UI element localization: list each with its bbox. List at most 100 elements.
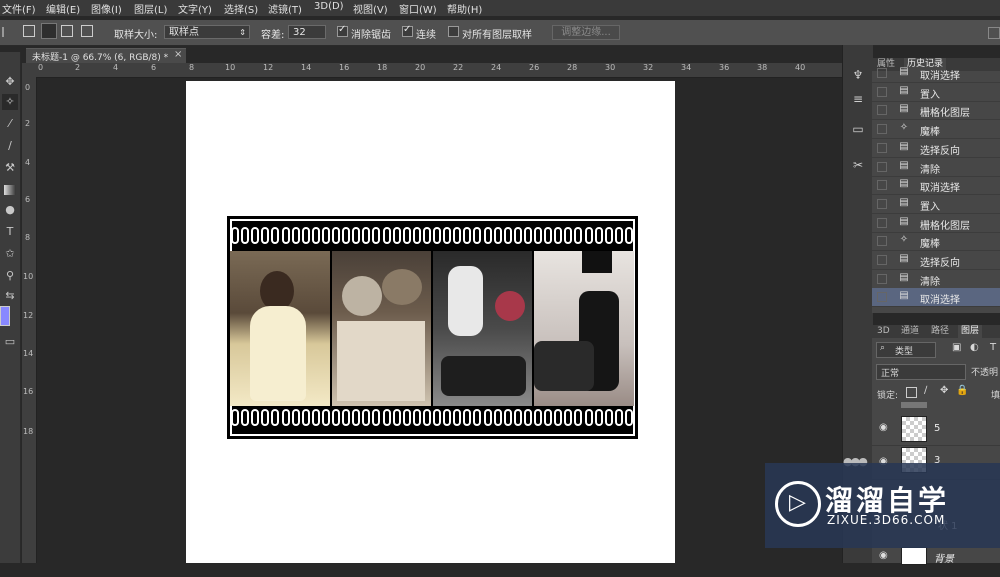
history-item[interactable]: ✧ 魔棒 [872,120,1000,140]
lock-all-icon[interactable]: 🔒 [956,385,968,396]
foreground-color-swatch[interactable] [0,306,10,326]
styles-icon[interactable]: ▭ [850,121,866,137]
film-hole [392,227,401,244]
lock-brush-icon[interactable]: ∕ [924,385,927,396]
history-checkbox[interactable] [877,180,887,191]
lock-move-icon[interactable]: ✥ [940,385,948,396]
menu-layer[interactable]: 图层(L) [134,1,167,16]
sample-size-select[interactable]: 取样点 ⇕ [164,25,250,39]
menu-file[interactable]: 文件(F) [2,1,36,16]
history-checkbox[interactable] [877,273,887,284]
dodge-tool-icon[interactable]: ● [2,202,18,218]
adjustments-icon[interactable]: ≡ [850,91,866,107]
close-tab-icon[interactable]: × [174,49,182,60]
history-item[interactable]: ▤ 栅格化图层 [872,101,1000,121]
subtract-selection-icon[interactable] [61,25,73,37]
history-item[interactable]: ▤ 取消选择 [872,64,1000,83]
menu-3d[interactable]: 3D(D) [314,1,344,12]
film-hole [261,409,270,426]
history-item[interactable]: ▤ 选择反向 [872,139,1000,158]
eye-icon[interactable]: ◉ [879,550,888,561]
menu-select[interactable]: 选择(S) [224,1,258,16]
swap-colors-icon[interactable]: ⇆ [2,288,18,304]
film-holes-top [227,226,638,246]
refine-edge-button[interactable]: 调整边缘... [552,25,620,40]
brush-tool-icon[interactable]: ∕ [2,138,18,154]
history-checkbox[interactable] [877,236,887,247]
all-layers-checkbox[interactable] [448,26,459,37]
history-item[interactable]: ▤ 清除 [872,270,1000,289]
grip-handle[interactable] [2,27,9,37]
history-item[interactable]: ▤ 置入 [872,83,1000,102]
doc-icon: ▤ [899,178,909,190]
adjustment-filter-icon[interactable]: ◐ [970,342,979,353]
history-item-label: 魔棒 [920,239,940,251]
lock-transparency-icon[interactable] [906,387,917,398]
history-item[interactable]: ▤ 取消选择 [872,176,1000,196]
history-checkbox[interactable] [877,217,887,228]
ruler-tick: 38 [757,63,768,72]
add-selection-icon[interactable] [41,23,57,39]
history-item[interactable]: ▤ 置入 [872,195,1000,214]
eye-icon[interactable]: ◉ [879,422,888,433]
history-checkbox[interactable] [877,142,887,153]
film-hole [493,409,502,426]
antialias-label: 消除锯齿 [351,30,391,41]
layer-filter-select[interactable]: ⌕ 类型 [876,342,936,358]
tab-paths[interactable]: 路径 [928,325,952,338]
screen-mode-icon[interactable]: ▭ [2,334,18,350]
history-checkbox[interactable] [877,255,887,265]
history-checkbox[interactable] [877,161,887,172]
menu-filter[interactable]: 滤镜(T) [268,1,302,16]
move-tool-icon[interactable]: ✥ [2,74,18,90]
new-selection-icon[interactable] [23,25,35,37]
antialias-checkbox[interactable] [337,24,348,37]
menu-help[interactable]: 帮助(H) [447,1,482,16]
shape-tool-icon[interactable]: ✩ [2,246,18,262]
menu-window[interactable]: 窗口(W) [399,1,437,16]
gradient-tool-icon[interactable] [4,185,16,195]
document-tab[interactable]: 未标题-1 @ 66.7% (6, RGB/8) * × [26,48,186,64]
layer-row[interactable]: ◉ 5 [872,411,1000,446]
doc-icon: ▤ [899,140,909,152]
menu-view[interactable]: 视图(V) [353,1,388,16]
history-checkbox[interactable] [877,68,887,78]
tab-3d[interactable]: 3D [874,325,893,338]
history-checkbox[interactable] [877,105,887,116]
workspace-icon[interactable] [988,27,1000,39]
history-item[interactable]: ▤ 栅格化图层 [872,214,1000,233]
history-checkbox[interactable] [877,292,887,303]
menu-edit[interactable]: 编辑(E) [46,1,80,16]
film-strip-image[interactable] [227,216,638,439]
tab-layers[interactable]: 图层 [958,325,983,338]
film-hole [473,227,482,244]
type-tool-icon[interactable]: T [2,224,18,240]
history-checkbox[interactable] [877,198,887,209]
tolerance-input[interactable]: 32 [288,25,326,39]
intersect-selection-icon[interactable] [81,25,93,37]
zoom-tool-icon[interactable]: ⚲ [2,268,18,284]
tools-preset-icon[interactable]: ✂ [850,157,866,173]
history-checkbox[interactable] [877,124,887,135]
film-hole [503,227,512,244]
type-filter-icon[interactable]: T [990,342,996,353]
tab-channels[interactable]: 通道 [898,325,922,338]
image-filter-icon[interactable]: ▣ [952,342,961,353]
history-checkbox[interactable] [877,86,887,97]
contiguous-checkbox[interactable] [402,24,413,37]
eyedropper-tool-icon[interactable]: ⁄ [2,116,18,132]
layer-row[interactable]: ◉ 背景 [872,543,1000,577]
magic-wand-tool-icon[interactable]: ✧ [2,94,18,110]
history-item[interactable]: ▤ 选择反向 [872,251,1000,270]
brush-presets-icon[interactable]: ♆ [850,67,866,83]
layer-thumbnail-partial [901,402,927,408]
stamp-tool-icon[interactable]: ⚒ [2,160,18,176]
menu-image[interactable]: 图像(I) [91,1,122,16]
history-item[interactable]: ✧ 魔棒 [872,232,1000,252]
menu-type[interactable]: 文字(Y) [178,1,212,16]
wand-icon: ✧ [899,234,909,246]
blend-mode-select[interactable]: 正常 [876,364,966,380]
history-item[interactable]: ▤ 清除 [872,158,1000,177]
layer-name: 5 [934,423,941,434]
history-item[interactable]: ▤ 取消选择 [872,288,1000,308]
